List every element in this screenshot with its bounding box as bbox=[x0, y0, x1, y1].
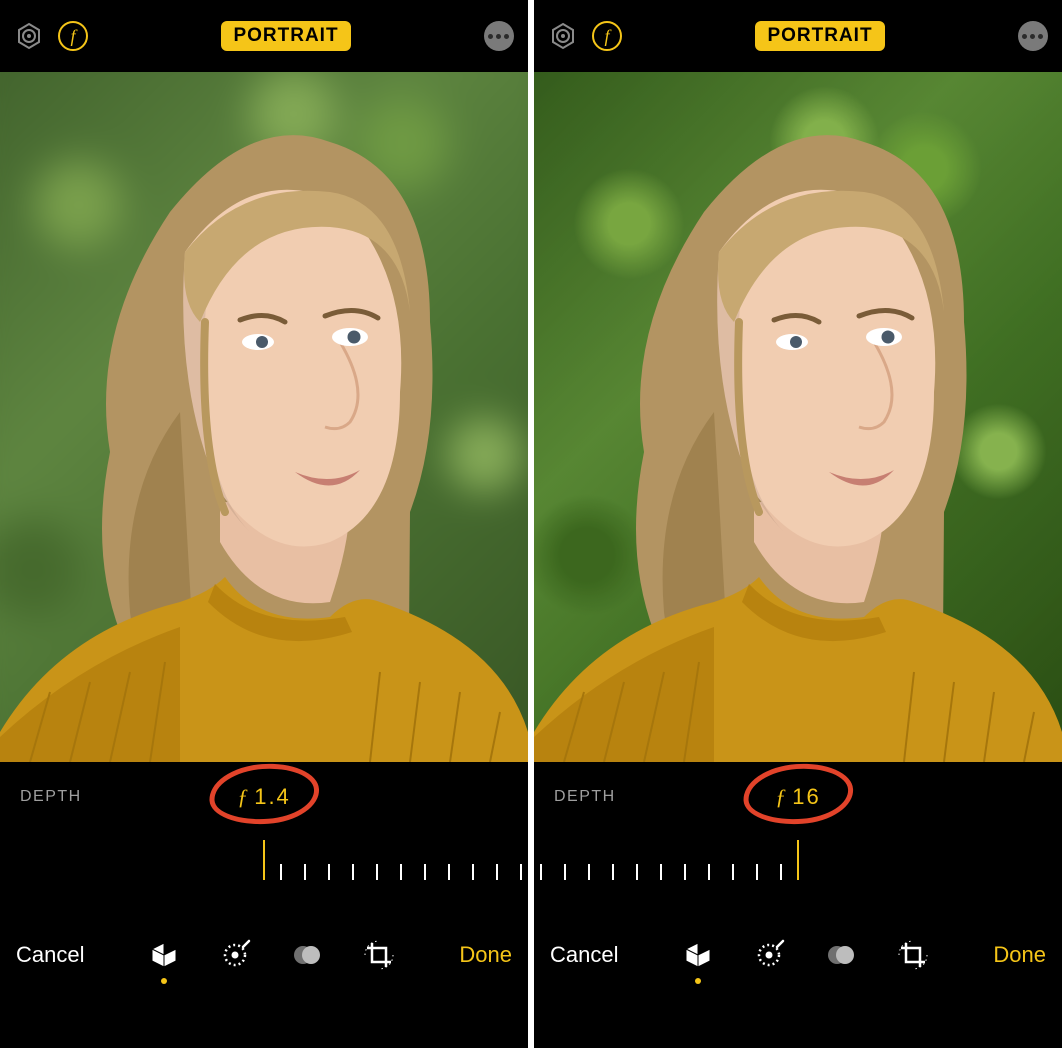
depth-slider[interactable] bbox=[534, 832, 1062, 912]
depth-label: DEPTH bbox=[20, 788, 82, 806]
active-dot bbox=[161, 978, 167, 984]
aperture-icon[interactable]: f bbox=[58, 21, 88, 51]
portrait-tool[interactable] bbox=[683, 940, 713, 970]
filters-tool[interactable] bbox=[825, 939, 857, 971]
depth-slider[interactable] bbox=[0, 832, 528, 912]
cancel-button[interactable]: Cancel bbox=[16, 942, 84, 968]
more-icon[interactable] bbox=[1018, 21, 1048, 51]
cancel-button[interactable]: Cancel bbox=[550, 942, 618, 968]
top-bar: f PORTRAIT bbox=[0, 0, 528, 72]
adjust-tool[interactable] bbox=[753, 939, 785, 971]
depth-label: DEPTH bbox=[554, 788, 616, 806]
live-photo-icon[interactable] bbox=[14, 21, 44, 51]
crop-tool[interactable] bbox=[363, 939, 395, 971]
f-stop-value: ƒ16 bbox=[775, 784, 820, 810]
portrait-tool[interactable] bbox=[149, 940, 179, 970]
slider-ticks bbox=[534, 852, 1062, 880]
screen-right: f PORTRAIT bbox=[534, 0, 1062, 1048]
filters-tool[interactable] bbox=[291, 939, 323, 971]
aperture-icon[interactable]: f bbox=[592, 21, 622, 51]
live-photo-icon[interactable] bbox=[548, 21, 578, 51]
active-dot bbox=[695, 978, 701, 984]
portrait-subject bbox=[0, 72, 528, 762]
photo-preview[interactable] bbox=[0, 72, 528, 762]
bottom-bar: Cancel bbox=[534, 912, 1062, 998]
done-button[interactable]: Done bbox=[459, 942, 512, 968]
crop-tool[interactable] bbox=[897, 939, 929, 971]
mode-chip[interactable]: PORTRAIT bbox=[755, 21, 884, 51]
f-stop-value: ƒ1.4 bbox=[237, 784, 291, 810]
portrait-subject bbox=[534, 72, 1062, 762]
done-button[interactable]: Done bbox=[993, 942, 1046, 968]
more-icon[interactable] bbox=[484, 21, 514, 51]
top-bar: f PORTRAIT bbox=[534, 0, 1062, 72]
adjust-tool[interactable] bbox=[219, 939, 251, 971]
depth-row: DEPTH ƒ16 bbox=[534, 762, 1062, 832]
bottom-bar: Cancel bbox=[0, 912, 528, 998]
slider-ticks bbox=[0, 852, 528, 880]
screen-left: f PORTRAIT bbox=[0, 0, 528, 1048]
depth-row: DEPTH ƒ1.4 bbox=[0, 762, 528, 832]
mode-chip[interactable]: PORTRAIT bbox=[221, 21, 350, 51]
photo-preview[interactable] bbox=[534, 72, 1062, 762]
